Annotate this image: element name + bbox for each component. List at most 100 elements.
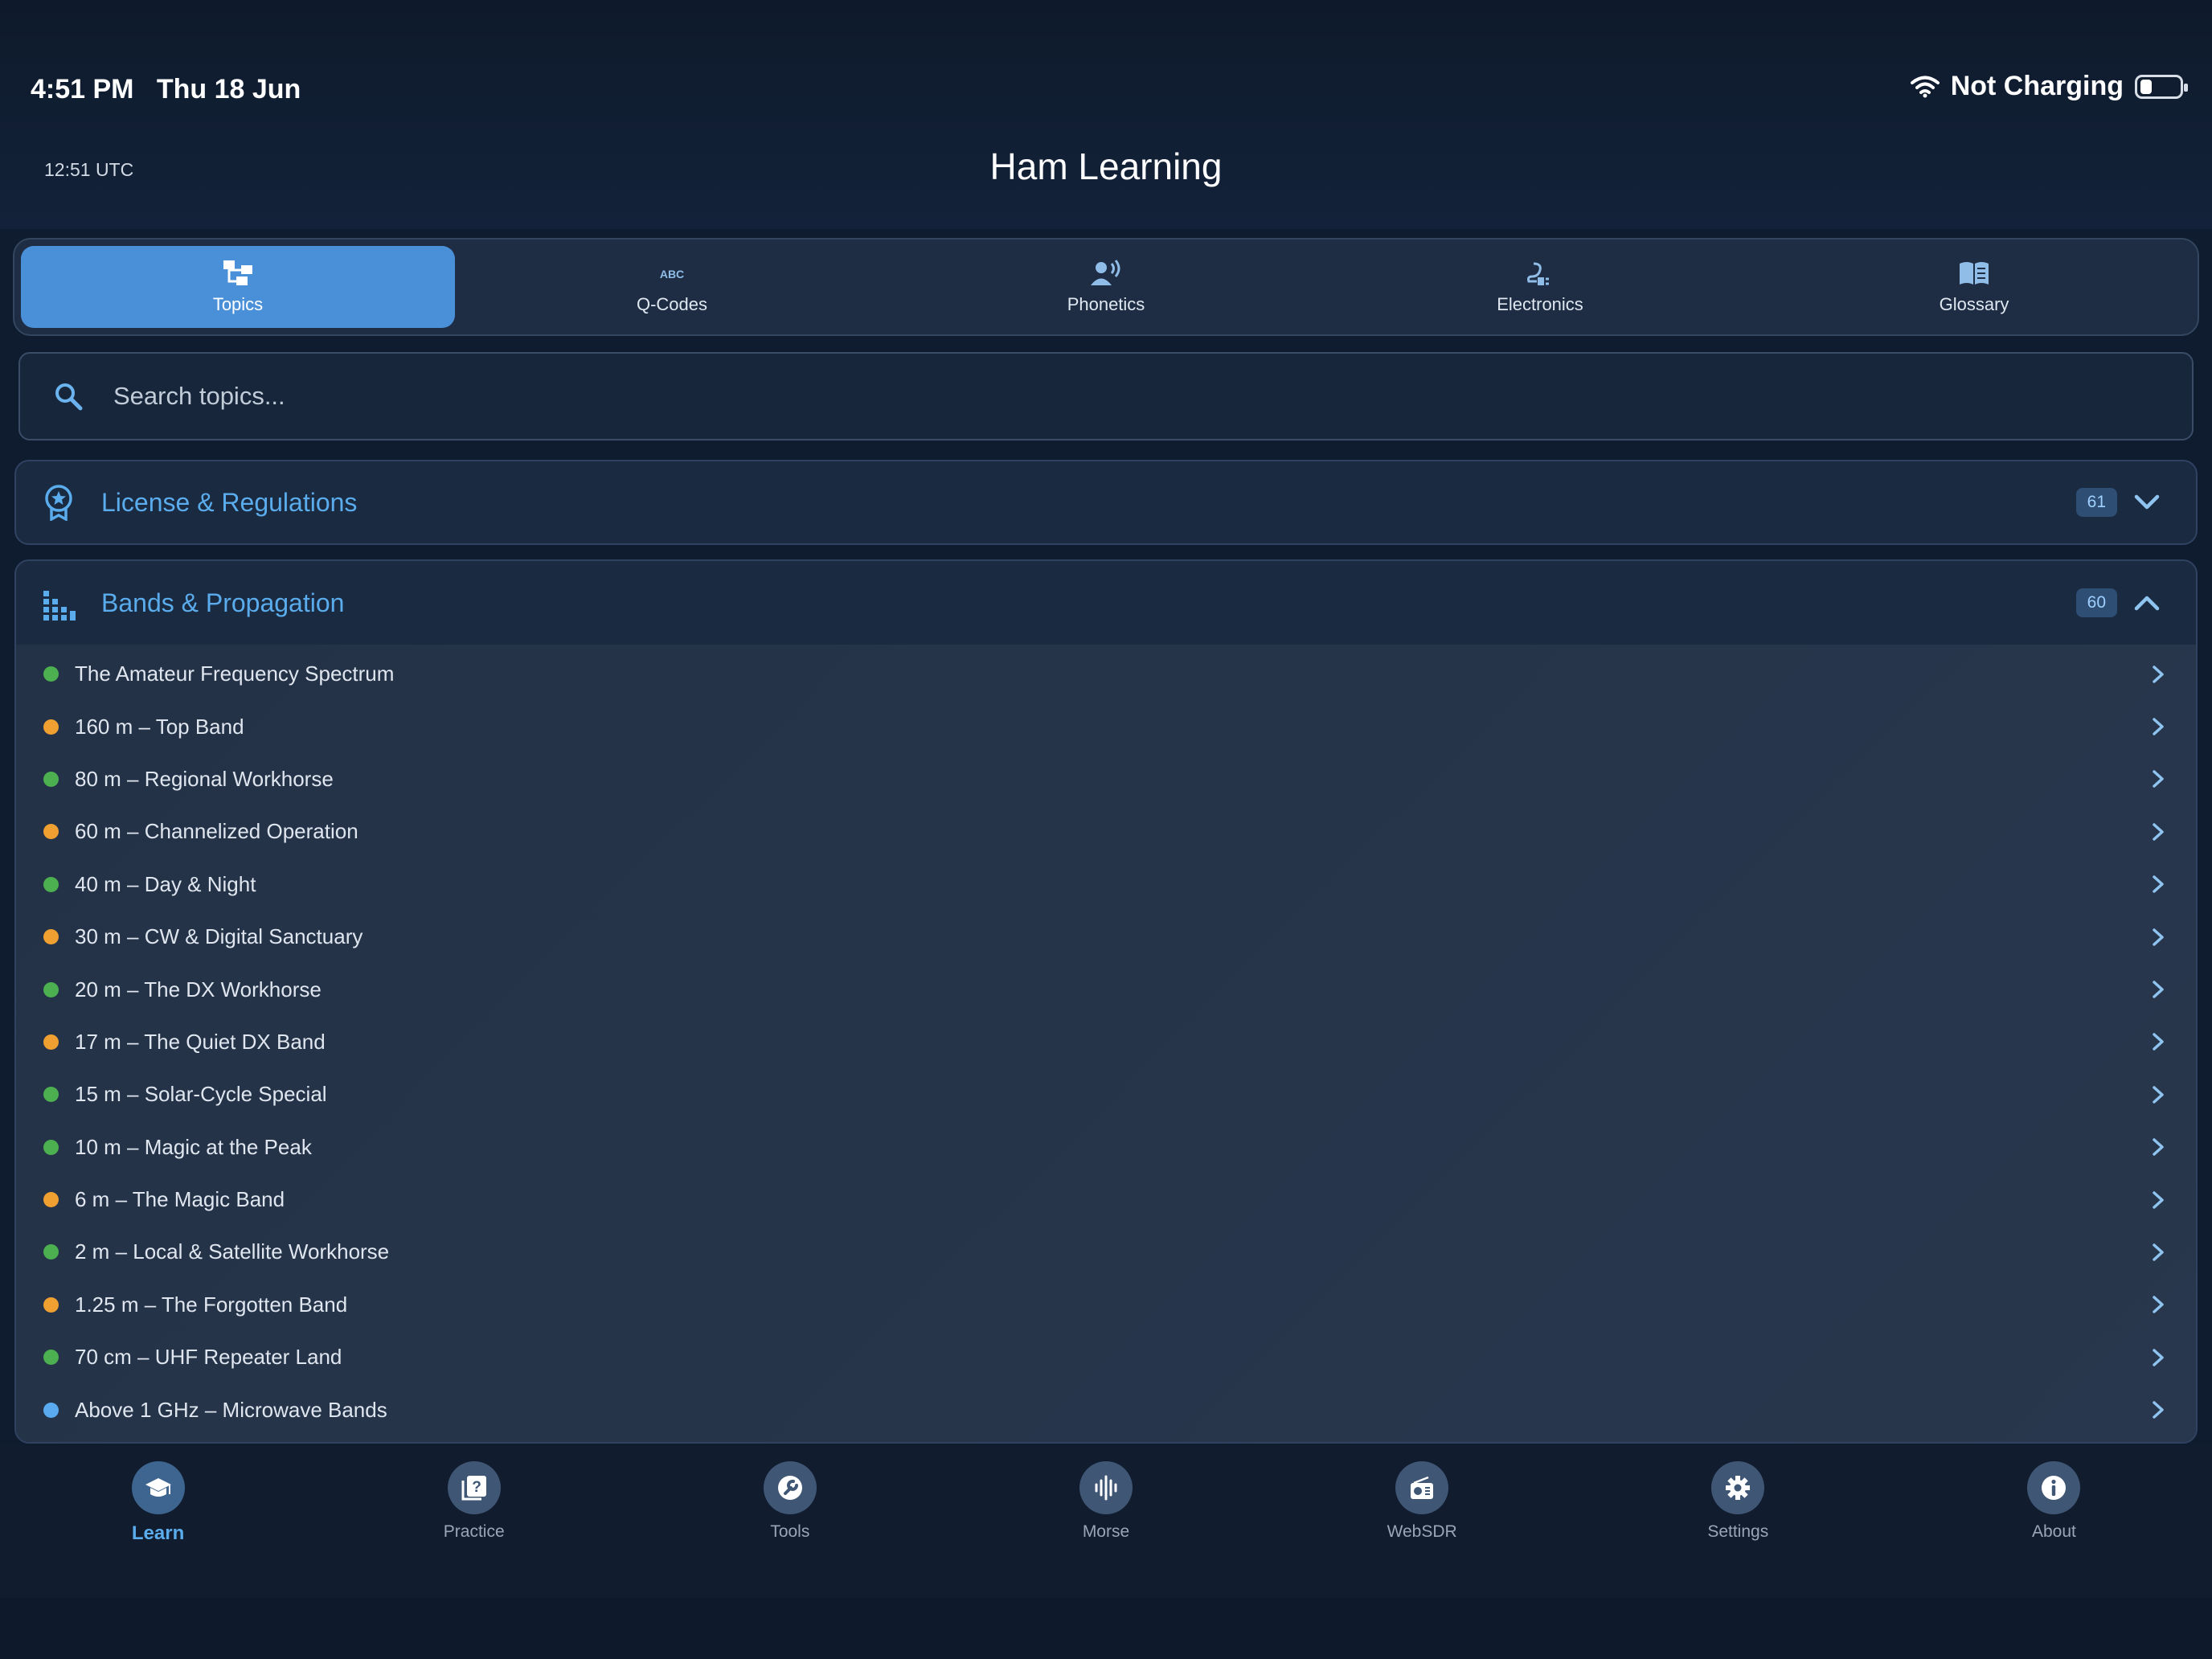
- tab-electronics[interactable]: Electronics: [1323, 246, 1757, 328]
- list-item-label: 2 m – Local & Satellite Workhorse: [75, 1239, 390, 1264]
- list-item[interactable]: 160 m – Top Band: [16, 700, 2196, 752]
- list-item[interactable]: 80 m – Regional Workhorse: [16, 753, 2196, 805]
- tab-q-codes[interactable]: ABC Q-Codes: [455, 246, 889, 328]
- nav-icon-circle: [1711, 1461, 1765, 1514]
- count-badge: 60: [2075, 588, 2117, 617]
- abc-icon: ABC: [660, 268, 684, 281]
- wifi-icon: [1910, 76, 1940, 97]
- list-item-label: 70 cm – UHF Repeater Land: [75, 1345, 342, 1370]
- list-item-label: 30 m – CW & Digital Sanctuary: [75, 924, 363, 949]
- list-item[interactable]: 60 m – Channelized Operation: [16, 805, 2196, 858]
- list-item[interactable]: 30 m – CW & Digital Sanctuary: [16, 911, 2196, 963]
- nav-label: Practice: [443, 1522, 505, 1541]
- nav-label: Morse: [1082, 1522, 1130, 1541]
- circuit-icon: [1527, 262, 1549, 285]
- nav-learn[interactable]: Learn: [0, 1445, 316, 1598]
- topic-list: The Amateur Frequency Spectrum 160 m – T…: [16, 645, 2196, 1442]
- section-title: License & Regulations: [101, 487, 358, 517]
- status-dot: [43, 929, 59, 945]
- list-item-label: 80 m – Regional Workhorse: [75, 766, 334, 791]
- nav-tools[interactable]: Tools: [632, 1445, 948, 1598]
- list-item[interactable]: 2 m – Local & Satellite Workhorse: [16, 1226, 2196, 1278]
- chevron-right-icon: [2153, 1086, 2164, 1104]
- chevron-up-icon: [2134, 596, 2160, 611]
- bars-icon: [43, 591, 76, 621]
- nav-label: Learn: [131, 1522, 185, 1544]
- chevron-right-icon: [2153, 718, 2164, 735]
- speaker-person-icon: [1091, 260, 1120, 285]
- nav-label: Settings: [1707, 1522, 1769, 1541]
- tab-topics[interactable]: Topics: [21, 246, 455, 328]
- list-item[interactable]: 10 m – Magic at the Peak: [16, 1121, 2196, 1174]
- list-item[interactable]: Above 1 GHz – Microwave Bands: [16, 1383, 2196, 1436]
- nav-practice[interactable]: ? Practice: [316, 1445, 632, 1598]
- wrench-icon: [777, 1476, 802, 1500]
- tab-label: Glossary: [1939, 294, 2009, 314]
- status-dot: [43, 719, 59, 735]
- list-item-label: The Amateur Frequency Spectrum: [75, 662, 395, 686]
- list-item-label: 15 m – Solar-Cycle Special: [75, 1082, 327, 1107]
- status-dot: [43, 1034, 59, 1050]
- chevron-right-icon: [2153, 875, 2164, 893]
- chevron-right-icon: [2153, 981, 2164, 998]
- home-indicator-area: [0, 1598, 2212, 1659]
- section-header[interactable]: License & Regulations 61: [16, 461, 2196, 543]
- battery-icon: [2135, 74, 2188, 99]
- award-icon: [45, 485, 72, 521]
- list-item[interactable]: 70 cm – UHF Repeater Land: [16, 1331, 2196, 1383]
- status-dot: [43, 876, 59, 892]
- gear-icon: [1726, 1476, 1751, 1500]
- section-header[interactable]: Bands & Propagation 60: [16, 561, 2196, 645]
- count-badge: 61: [2075, 488, 2117, 517]
- battery-status: Not Charging: [1950, 71, 2124, 101]
- segment-tabs: Topics ABC Q-Codes Phonetics Electronics…: [13, 238, 2199, 336]
- tab-glossary[interactable]: Glossary: [1757, 246, 2191, 328]
- bottom-tab-bar: Learn ? Practice Tools Morse WebSDR Sett…: [0, 1445, 2212, 1598]
- page-title: Ham Learning: [989, 145, 1223, 187]
- nav-websdr[interactable]: WebSDR: [1264, 1445, 1580, 1598]
- nav-icon-circle: [763, 1461, 817, 1514]
- book-icon: [1960, 262, 1989, 285]
- list-item[interactable]: 15 m – Solar-Cycle Special: [16, 1068, 2196, 1120]
- list-item[interactable]: 20 m – The DX Workhorse: [16, 963, 2196, 1015]
- status-dot: [43, 1244, 59, 1260]
- list-item[interactable]: The Amateur Frequency Spectrum: [16, 648, 2196, 700]
- chevron-right-icon: [2153, 1243, 2164, 1261]
- list-item-label: 40 m – Day & Night: [75, 871, 256, 896]
- list-item[interactable]: 6 m – The Magic Band: [16, 1174, 2196, 1226]
- radio-icon: [1411, 1476, 1434, 1499]
- list-item-label: 1.25 m – The Forgotten Band: [75, 1292, 348, 1317]
- nav-settings[interactable]: Settings: [1580, 1445, 1896, 1598]
- list-item-label: 60 m – Channelized Operation: [75, 819, 358, 844]
- status-dot: [43, 1192, 59, 1208]
- list-item-label: 6 m – The Magic Band: [75, 1187, 285, 1212]
- waveform-icon: [1095, 1475, 1117, 1501]
- search-icon: [55, 383, 83, 411]
- nav-morse[interactable]: Morse: [948, 1445, 1264, 1598]
- chevron-right-icon: [2153, 770, 2164, 789]
- list-item[interactable]: 1.25 m – The Forgotten Band: [16, 1279, 2196, 1331]
- list-item-label: 17 m – The Quiet DX Band: [75, 1029, 326, 1054]
- status-dot: [43, 771, 59, 787]
- nav-icon-circle: ?: [447, 1461, 501, 1514]
- nav-icon-circle: [1079, 1461, 1133, 1514]
- question-cards-icon: ?: [461, 1476, 486, 1501]
- nav-icon-circle: [2027, 1461, 2081, 1514]
- svg-text:ABC: ABC: [660, 268, 684, 281]
- chevron-right-icon: [2153, 665, 2164, 683]
- list-item[interactable]: 17 m – The Quiet DX Band: [16, 1016, 2196, 1068]
- nav-about[interactable]: About: [1896, 1445, 2212, 1598]
- graduation-cap-icon: [145, 1478, 171, 1497]
- chevron-right-icon: [2153, 1401, 2164, 1419]
- tab-phonetics[interactable]: Phonetics: [889, 246, 1323, 328]
- header-background: [0, 0, 2212, 229]
- status-dot: [43, 824, 59, 840]
- tab-label: Topics: [212, 294, 264, 314]
- chevron-right-icon: [2153, 1349, 2164, 1366]
- section-bands-propagation: Bands & Propagation 60 The Amateur Frequ…: [14, 559, 2198, 1444]
- list-item[interactable]: 40 m – Day & Night: [16, 858, 2196, 911]
- section-license-regulations: License & Regulations 61: [14, 460, 2198, 545]
- search-input[interactable]: [113, 382, 2042, 411]
- status-dot: [43, 1402, 59, 1418]
- chevron-right-icon: [2153, 823, 2164, 841]
